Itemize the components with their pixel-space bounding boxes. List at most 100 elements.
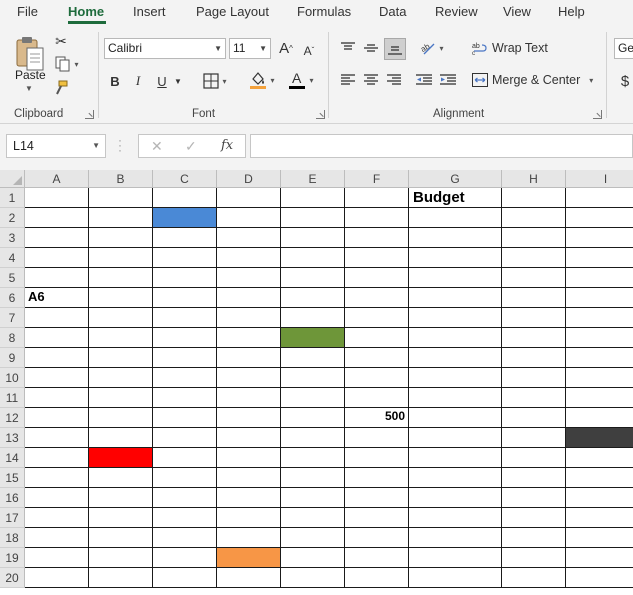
cell-d8[interactable] <box>217 328 281 348</box>
cell-a8[interactable] <box>25 328 89 348</box>
cell-e12[interactable] <box>281 408 345 428</box>
cell-e20[interactable] <box>281 568 345 588</box>
cell-a15[interactable] <box>25 468 89 488</box>
cell-b1[interactable] <box>89 188 153 208</box>
cell-h17[interactable] <box>502 508 566 528</box>
cell-b7[interactable] <box>89 308 153 328</box>
tab-help[interactable]: Help <box>558 4 585 19</box>
clipboard-launcher-icon[interactable] <box>85 110 94 119</box>
cell-f7[interactable] <box>345 308 409 328</box>
column-header-f[interactable]: F <box>345 170 409 188</box>
cell-b12[interactable] <box>89 408 153 428</box>
cell-b6[interactable] <box>89 288 153 308</box>
cell-f2[interactable] <box>345 208 409 228</box>
increase-font-size-button[interactable]: A ^ <box>276 38 296 59</box>
tab-file[interactable]: File <box>17 4 38 19</box>
cell-a14[interactable] <box>25 448 89 468</box>
cell-a16[interactable] <box>25 488 89 508</box>
cell-g14[interactable] <box>409 448 502 468</box>
cell-i15[interactable] <box>566 468 633 488</box>
cell-f17[interactable] <box>345 508 409 528</box>
row-header-3[interactable]: 3 <box>0 228 25 248</box>
row-header-18[interactable]: 18 <box>0 528 25 548</box>
cell-h2[interactable] <box>502 208 566 228</box>
cell-b20[interactable] <box>89 568 153 588</box>
number-format-select[interactable]: Ge <box>614 38 633 59</box>
cell-h10[interactable] <box>502 368 566 388</box>
name-box[interactable]: L14 ▼ <box>6 134 106 158</box>
row-header-6[interactable]: 6 <box>0 288 25 308</box>
cell-b3[interactable] <box>89 228 153 248</box>
tab-insert[interactable]: Insert <box>133 4 166 19</box>
insert-function-icon[interactable]: fx <box>221 138 233 153</box>
cell-i14[interactable] <box>566 448 633 468</box>
tab-data[interactable]: Data <box>379 4 406 19</box>
orientation-button[interactable]: ab ▾ <box>416 38 448 58</box>
cell-e15[interactable] <box>281 468 345 488</box>
cell-g1[interactable]: Budget <box>409 188 502 208</box>
cell-c2[interactable] <box>153 208 217 228</box>
row-header-16[interactable]: 16 <box>0 488 25 508</box>
row-header-12[interactable]: 12 <box>0 408 25 428</box>
cell-h5[interactable] <box>502 268 566 288</box>
cell-b16[interactable] <box>89 488 153 508</box>
cell-c17[interactable] <box>153 508 217 528</box>
cell-f20[interactable] <box>345 568 409 588</box>
cell-g7[interactable] <box>409 308 502 328</box>
cell-a12[interactable] <box>25 408 89 428</box>
cell-e7[interactable] <box>281 308 345 328</box>
cell-i4[interactable] <box>566 248 633 268</box>
cell-h14[interactable] <box>502 448 566 468</box>
cell-f10[interactable] <box>345 368 409 388</box>
cell-g17[interactable] <box>409 508 502 528</box>
cell-f3[interactable] <box>345 228 409 248</box>
cell-d11[interactable] <box>217 388 281 408</box>
column-header-a[interactable]: A <box>25 170 89 188</box>
row-header-2[interactable]: 2 <box>0 208 25 228</box>
top-align-button[interactable] <box>338 38 358 58</box>
cell-d1[interactable] <box>217 188 281 208</box>
cell-f8[interactable] <box>345 328 409 348</box>
tab-page-layout[interactable]: Page Layout <box>196 4 269 19</box>
underline-button[interactable]: U <box>153 70 171 92</box>
cell-h7[interactable] <box>502 308 566 328</box>
cell-g9[interactable] <box>409 348 502 368</box>
cell-c20[interactable] <box>153 568 217 588</box>
cell-e9[interactable] <box>281 348 345 368</box>
cell-b10[interactable] <box>89 368 153 388</box>
formula-input[interactable] <box>250 134 633 158</box>
cell-e3[interactable] <box>281 228 345 248</box>
cell-d16[interactable] <box>217 488 281 508</box>
cell-i18[interactable] <box>566 528 633 548</box>
cell-f14[interactable] <box>345 448 409 468</box>
cell-h12[interactable] <box>502 408 566 428</box>
cell-h16[interactable] <box>502 488 566 508</box>
cell-h6[interactable] <box>502 288 566 308</box>
row-header-8[interactable]: 8 <box>0 328 25 348</box>
column-header-h[interactable]: H <box>502 170 566 188</box>
cell-g19[interactable] <box>409 548 502 568</box>
cell-f12[interactable]: 500 <box>345 408 409 428</box>
row-header-20[interactable]: 20 <box>0 568 25 588</box>
bold-button[interactable]: B <box>106 70 124 92</box>
cell-e10[interactable] <box>281 368 345 388</box>
tab-review[interactable]: Review <box>435 4 478 19</box>
cell-f19[interactable] <box>345 548 409 568</box>
cell-b18[interactable] <box>89 528 153 548</box>
cell-i17[interactable] <box>566 508 633 528</box>
cell-i3[interactable] <box>566 228 633 248</box>
cell-b5[interactable] <box>89 268 153 288</box>
font-name-select[interactable]: Calibri ▼ <box>104 38 226 59</box>
cell-h11[interactable] <box>502 388 566 408</box>
cell-i20[interactable] <box>566 568 633 588</box>
column-header-c[interactable]: C <box>153 170 217 188</box>
column-header-e[interactable]: E <box>281 170 345 188</box>
cell-a5[interactable] <box>25 268 89 288</box>
cell-a3[interactable] <box>25 228 89 248</box>
cell-e4[interactable] <box>281 248 345 268</box>
cell-g6[interactable] <box>409 288 502 308</box>
column-header-d[interactable]: D <box>217 170 281 188</box>
cell-b13[interactable] <box>89 428 153 448</box>
cell-g15[interactable] <box>409 468 502 488</box>
alignment-launcher-icon[interactable] <box>593 110 602 119</box>
